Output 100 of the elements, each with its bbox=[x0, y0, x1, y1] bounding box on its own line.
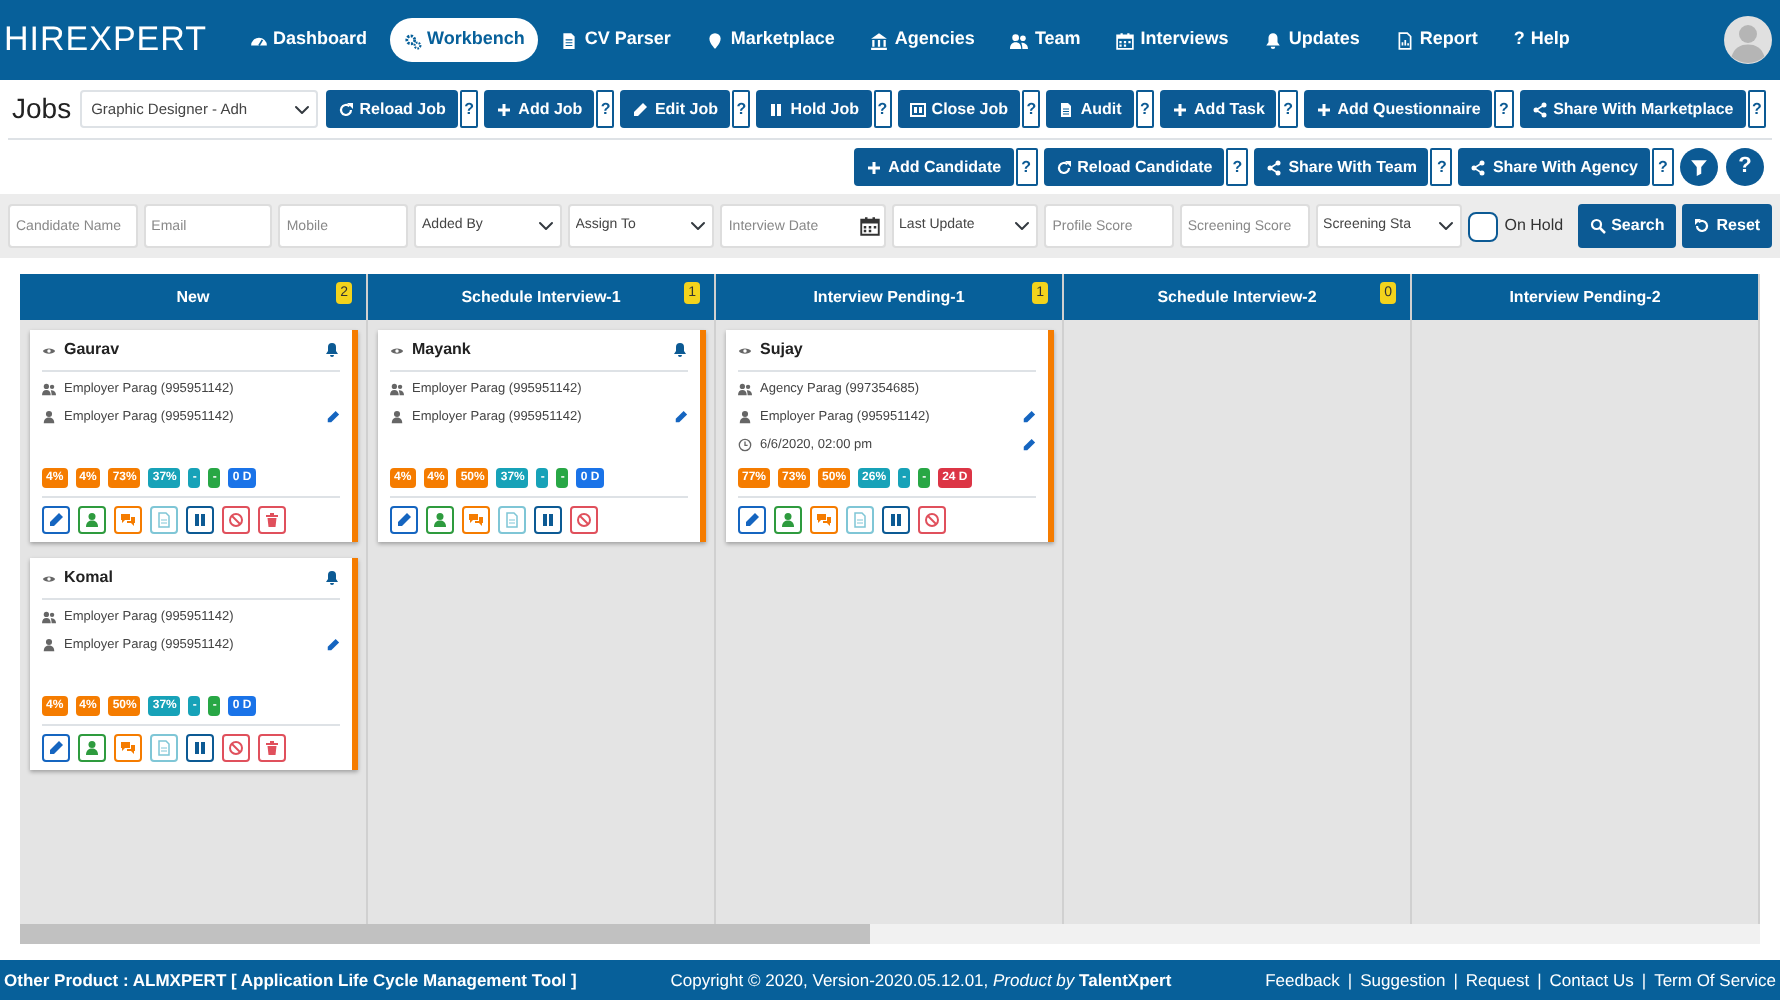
pencil-icon[interactable] bbox=[674, 410, 688, 425]
comment-button[interactable] bbox=[114, 506, 142, 534]
assign-button[interactable] bbox=[774, 506, 802, 534]
user-icon bbox=[390, 410, 404, 425]
pencil-icon[interactable] bbox=[326, 410, 340, 425]
help-button[interactable]: ? bbox=[459, 90, 479, 128]
edit-button[interactable] bbox=[42, 734, 70, 762]
file-icon bbox=[156, 512, 172, 528]
footer-link[interactable]: Term Of Service bbox=[1654, 967, 1776, 993]
pencil-icon[interactable] bbox=[326, 638, 340, 653]
pause-button[interactable] bbox=[882, 506, 910, 534]
reset-button[interactable]: Reset bbox=[1682, 204, 1773, 248]
help-button[interactable]: ? bbox=[732, 90, 751, 128]
nav-tab[interactable]: Marketplace bbox=[692, 18, 849, 62]
action-button[interactable]: Reload Job bbox=[325, 90, 458, 128]
footer-link[interactable]: Feedback bbox=[1265, 967, 1340, 993]
assign-button[interactable] bbox=[426, 506, 454, 534]
footer-link[interactable]: Contact Us bbox=[1549, 967, 1634, 993]
block-button[interactable] bbox=[222, 506, 250, 534]
delete-button[interactable] bbox=[258, 734, 286, 762]
nav-tab[interactable]: CV Parser bbox=[546, 18, 685, 62]
nav-tab[interactable]: ? Help bbox=[1499, 18, 1584, 62]
help-button[interactable]: ? bbox=[873, 90, 892, 128]
calendar-icon bbox=[1116, 31, 1135, 49]
assign-button[interactable] bbox=[78, 734, 106, 762]
action-button[interactable]: Add Candidate bbox=[854, 148, 1014, 186]
delete-button[interactable] bbox=[258, 506, 286, 534]
help-button[interactable]: ? bbox=[1494, 90, 1514, 128]
nav-tab[interactable]: Dashboard bbox=[235, 18, 382, 62]
action-button[interactable]: Share With Team bbox=[1254, 148, 1429, 186]
edit-button[interactable] bbox=[738, 506, 766, 534]
comment-button[interactable] bbox=[810, 506, 838, 534]
footer-link[interactable]: Request bbox=[1465, 967, 1530, 993]
help-button[interactable]: ? bbox=[1226, 148, 1249, 186]
action-button[interactable]: Hold Job bbox=[756, 90, 872, 128]
column-title: Interview Pending-2 bbox=[1509, 285, 1661, 309]
nav-tab[interactable]: Agencies bbox=[856, 18, 989, 62]
nav-tab[interactable]: Interviews bbox=[1102, 18, 1243, 62]
help-button[interactable]: ? bbox=[1022, 90, 1041, 128]
pause-icon bbox=[192, 512, 208, 528]
user-icon bbox=[780, 512, 796, 528]
candidate-name[interactable]: Gaurav bbox=[64, 338, 120, 362]
action-button[interactable]: Audit bbox=[1046, 90, 1134, 128]
candidate-name[interactable]: Komal bbox=[64, 566, 113, 590]
help-button[interactable]: ? bbox=[1652, 148, 1674, 186]
nav-tab[interactable]: Team bbox=[996, 18, 1095, 62]
edit-button[interactable] bbox=[390, 506, 418, 534]
edit-button[interactable] bbox=[42, 506, 70, 534]
pause-button[interactable] bbox=[186, 734, 214, 762]
block-button[interactable] bbox=[222, 734, 250, 762]
pin-icon bbox=[706, 31, 725, 49]
scrollbar-thumb[interactable] bbox=[20, 924, 870, 944]
action-button[interactable]: Add Questionnaire bbox=[1303, 90, 1493, 128]
action-button[interactable]: Share With Agency bbox=[1458, 148, 1650, 186]
candidate-name[interactable]: Sujay bbox=[760, 338, 803, 362]
column-title: New bbox=[176, 285, 210, 309]
comments-icon bbox=[468, 512, 484, 528]
action-button[interactable]: Edit Job bbox=[620, 90, 731, 128]
action-button[interactable]: Reload Candidate bbox=[1043, 148, 1225, 186]
nav-tab[interactable]: Report bbox=[1381, 18, 1492, 62]
comment-button[interactable] bbox=[114, 734, 142, 762]
block-button[interactable] bbox=[570, 506, 598, 534]
help-button[interactable]: ? bbox=[1015, 148, 1038, 186]
assign-button[interactable] bbox=[78, 506, 106, 534]
footer-link[interactable]: Suggestion bbox=[1360, 967, 1446, 993]
nav-tab[interactable]: Workbench bbox=[389, 18, 539, 62]
ban-icon bbox=[924, 512, 940, 528]
filter-icon bbox=[1690, 158, 1708, 176]
ban-icon bbox=[576, 512, 592, 528]
checkbox[interactable] bbox=[1468, 211, 1499, 241]
action-button[interactable]: Close Job bbox=[897, 90, 1021, 128]
pause-button[interactable] bbox=[186, 506, 214, 534]
bell-icon bbox=[1264, 31, 1283, 49]
copyright-text: Copyright © 2020, Version-2020.05.12.01, Product by TalentXpert bbox=[670, 967, 1172, 993]
help-button[interactable]: ? bbox=[1278, 90, 1298, 128]
avatar-icon[interactable] bbox=[1724, 16, 1772, 64]
pencil-icon[interactable] bbox=[1022, 437, 1036, 452]
pencil-icon[interactable] bbox=[1022, 410, 1036, 425]
logo[interactable]: HIREXPERT bbox=[4, 14, 207, 66]
action-button[interactable]: Add Job bbox=[484, 90, 595, 128]
pause-button[interactable] bbox=[534, 506, 562, 534]
block-button[interactable] bbox=[918, 506, 946, 534]
help-button[interactable]: ? bbox=[1135, 90, 1155, 128]
search-button[interactable]: Search bbox=[1577, 204, 1677, 248]
filter-button[interactable] bbox=[1680, 148, 1718, 186]
help-button[interactable]: ? bbox=[1726, 148, 1764, 186]
comment-button[interactable] bbox=[462, 506, 490, 534]
plus-icon bbox=[866, 159, 883, 175]
help-button[interactable]: ? bbox=[1430, 148, 1453, 186]
help-button[interactable]: ? bbox=[1747, 90, 1767, 128]
nav-tab[interactable]: Updates bbox=[1250, 18, 1374, 62]
refresh-icon bbox=[337, 101, 354, 117]
candidate-name[interactable]: Mayank bbox=[412, 338, 471, 362]
scrollbar[interactable] bbox=[20, 924, 1760, 944]
comments-icon bbox=[120, 740, 136, 756]
user-icon bbox=[84, 740, 100, 756]
action-button[interactable]: Add Task bbox=[1160, 90, 1277, 128]
pencil-icon bbox=[744, 512, 760, 528]
help-button[interactable]: ? bbox=[596, 90, 615, 128]
action-button[interactable]: Share With Marketplace bbox=[1519, 90, 1746, 128]
